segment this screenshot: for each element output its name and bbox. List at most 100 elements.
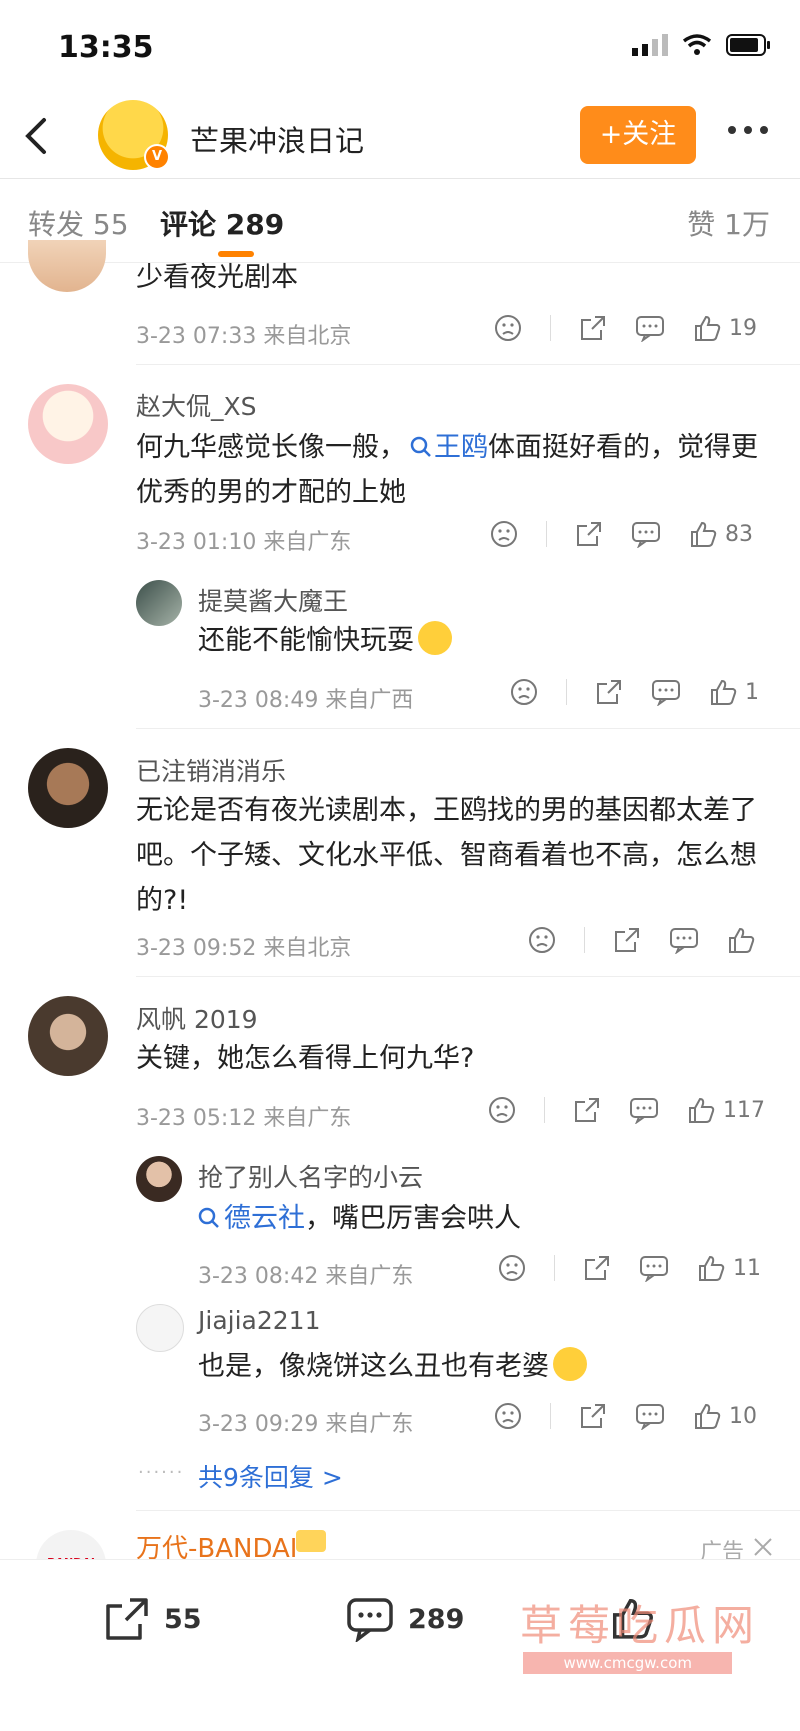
reply-actions: 10 xyxy=(494,1402,757,1430)
like-count: 19 xyxy=(729,315,757,341)
reply-icon[interactable] xyxy=(635,314,665,342)
reply-icon[interactable] xyxy=(669,926,699,954)
like-button[interactable] xyxy=(727,926,763,954)
reply-username[interactable]: 抢了别人名字的小云 xyxy=(198,1158,423,1194)
like-count: 117 xyxy=(723,1097,765,1123)
tab-likes[interactable]: 赞 1万 xyxy=(687,203,770,243)
comment-button[interactable]: 289 xyxy=(346,1596,464,1642)
reply-icon[interactable] xyxy=(639,1254,669,1282)
reply-text: 也是，像烧饼这么丑也有老婆 xyxy=(198,1344,587,1389)
reply-icon[interactable] xyxy=(629,1096,659,1124)
share-icon[interactable] xyxy=(579,1402,607,1430)
like-button[interactable]: 117 xyxy=(687,1096,765,1124)
reply-text: 还能不能愉快玩耍 xyxy=(198,618,452,663)
account-avatar[interactable]: V xyxy=(98,100,170,170)
avatar[interactable] xyxy=(28,240,106,292)
follow-button[interactable]: +关注 xyxy=(580,106,696,164)
close-ad-icon[interactable] xyxy=(752,1536,774,1558)
like-button[interactable]: 1 xyxy=(709,678,759,706)
replies-connector-dots: ······ xyxy=(138,1462,185,1483)
repost-icon xyxy=(106,1598,148,1640)
battery-icon xyxy=(726,34,770,56)
avatar[interactable] xyxy=(136,1156,182,1202)
like-count: 1 xyxy=(745,679,759,705)
crown-icon xyxy=(296,1530,326,1552)
header-divider xyxy=(0,178,800,179)
status-icons xyxy=(632,34,772,56)
like-count: 10 xyxy=(729,1403,757,1429)
like-button[interactable]: 83 xyxy=(689,520,753,548)
comment-divider xyxy=(136,728,800,729)
tab-repost[interactable]: 转发 55 xyxy=(28,203,129,243)
comment-username[interactable]: 赵大侃_XS xyxy=(136,387,257,423)
reply-actions: 1 xyxy=(510,678,759,706)
share-icon[interactable] xyxy=(583,1254,611,1282)
reply-icon[interactable] xyxy=(651,678,681,706)
comment-meta: 3-23 01:10 来自广东 xyxy=(136,530,352,555)
share-icon[interactable] xyxy=(595,678,623,706)
like-button[interactable]: 10 xyxy=(693,1402,757,1430)
dislike-icon[interactable] xyxy=(488,1096,516,1124)
comment-meta: 3-23 09:52 来自北京 xyxy=(136,936,352,961)
avatar[interactable] xyxy=(136,580,182,626)
dislike-icon[interactable] xyxy=(510,678,538,706)
avatar[interactable] xyxy=(28,996,108,1076)
avatar[interactable] xyxy=(136,1304,184,1352)
wifi-icon xyxy=(682,34,712,55)
topic-link[interactable]: 德云社 xyxy=(198,1203,305,1234)
comment-count: 289 xyxy=(408,1603,465,1635)
share-icon[interactable] xyxy=(613,926,641,954)
share-icon[interactable] xyxy=(573,1096,601,1124)
dislike-icon[interactable] xyxy=(494,314,522,342)
share-icon[interactable] xyxy=(579,314,607,342)
dislike-icon[interactable] xyxy=(490,520,518,548)
reply-username[interactable]: 提莫酱大魔王 xyxy=(198,582,348,618)
comment-username[interactable]: 风帆 2019 xyxy=(136,1000,258,1036)
tab-comments[interactable]: 评论 289 xyxy=(160,203,284,243)
reply-meta: 3-23 09:29 来自广东 xyxy=(198,1412,414,1437)
reply-meta: 3-23 08:49 来自广西 xyxy=(198,688,414,713)
search-icon xyxy=(410,436,431,457)
verified-badge-icon: V xyxy=(144,144,170,170)
comment-meta: 3-23 05:12 来自广东 xyxy=(136,1106,352,1131)
reply-actions: 11 xyxy=(498,1254,761,1282)
watermark-url: www.cmcgw.com xyxy=(523,1652,732,1674)
like-button[interactable]: 11 xyxy=(697,1254,761,1282)
comment-divider xyxy=(136,1510,800,1511)
tabs-divider xyxy=(0,262,800,263)
thumbs-up-icon xyxy=(695,1403,721,1429)
comment-actions: 19 xyxy=(494,314,757,342)
reply-username[interactable]: Jiajia2211 xyxy=(198,1306,320,1335)
comment-text: 关键，她怎么看得上何九华? xyxy=(136,1043,475,1074)
comment-text: 何九华感觉长像一般， 王鸥体面挺好看的，觉得更优秀的男的才配的上她 xyxy=(136,432,758,508)
like-button[interactable]: 19 xyxy=(693,314,757,342)
avatar[interactable] xyxy=(28,748,108,828)
dislike-icon[interactable] xyxy=(494,1402,522,1430)
back-icon[interactable] xyxy=(20,116,50,156)
comment-actions xyxy=(528,926,763,954)
thumbs-up-icon xyxy=(695,315,721,341)
repost-button[interactable]: 55 xyxy=(104,1596,202,1642)
comment-divider xyxy=(136,364,800,365)
thumbs-up-icon xyxy=(689,1097,715,1123)
watermark-text: 草莓吃瓜网 xyxy=(519,1601,760,1650)
crying-emoji-icon xyxy=(418,621,452,655)
view-all-replies-link[interactable]: 共9条回复 > xyxy=(198,1458,343,1494)
comment-text: 少看夜光剧本 xyxy=(136,262,298,293)
topic-link[interactable]: 王鸥 xyxy=(406,432,488,463)
avatar[interactable] xyxy=(28,384,108,464)
like-count: 11 xyxy=(733,1255,761,1281)
dislike-icon[interactable] xyxy=(498,1254,526,1282)
comment-username[interactable]: 已注销消消乐 xyxy=(136,752,286,788)
reply-icon[interactable] xyxy=(631,520,661,548)
more-menu-icon[interactable] xyxy=(728,126,768,134)
search-icon xyxy=(198,1207,219,1228)
repost-count: 55 xyxy=(164,1603,202,1635)
page-title[interactable]: 芒果冲浪日记 xyxy=(190,118,364,160)
reply-icon[interactable] xyxy=(635,1402,665,1430)
thumbs-up-icon xyxy=(729,927,755,953)
comment-icon xyxy=(347,1598,393,1642)
dislike-icon[interactable] xyxy=(528,926,556,954)
comment-divider xyxy=(136,976,800,977)
share-icon[interactable] xyxy=(575,520,603,548)
